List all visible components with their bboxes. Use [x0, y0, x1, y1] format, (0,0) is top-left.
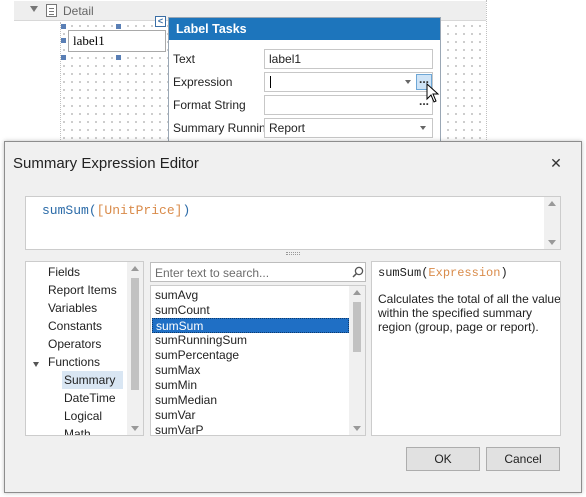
- text-label: Text: [173, 52, 196, 66]
- band-title: Detail: [63, 4, 94, 18]
- list-item[interactable]: sumAvg: [152, 288, 349, 303]
- splitter-grip[interactable]: [286, 252, 300, 255]
- list-item[interactable]: sumMax: [152, 363, 349, 378]
- expression-scrollbar[interactable]: [544, 197, 560, 249]
- expression-function: sumSum: [42, 203, 89, 218]
- report-label-control[interactable]: label1: [68, 30, 166, 52]
- cancel-button[interactable]: Cancel: [486, 447, 560, 471]
- format-string-label: Format String: [173, 98, 246, 112]
- expression-text: sumSum([UnitPrice]): [42, 203, 190, 218]
- search-placeholder: Enter text to search...: [155, 266, 270, 280]
- summary-expression-editor-dialog: Summary Expression Editor ✕ sumSum([Unit…: [4, 141, 582, 493]
- collapse-arrow-icon[interactable]: [30, 6, 38, 12]
- format-string-row: Format String ...: [169, 95, 442, 115]
- tree-item-operators[interactable]: Operators: [48, 335, 101, 353]
- expression-argument: [UnitPrice]: [96, 203, 183, 218]
- band-right-margin-line: [486, 0, 487, 142]
- scroll-up-icon[interactable]: [353, 290, 361, 295]
- category-tree: Fields Report Items Variables Constants …: [25, 261, 144, 436]
- label-tasks-title: Label Tasks: [169, 18, 440, 40]
- function-description: Calculates the total of all the values w…: [378, 292, 561, 334]
- dialog-title: Summary Expression Editor: [13, 155, 199, 172]
- expression-row: Expression ...: [169, 72, 442, 92]
- signature-function: sumSum: [378, 266, 422, 280]
- close-icon[interactable]: ✕: [547, 154, 565, 172]
- summary-running-value: Report: [269, 121, 306, 135]
- mouse-pointer-icon: [426, 83, 440, 103]
- expression-label: Expression: [173, 75, 233, 89]
- smart-tag-collapse-icon[interactable]: <: [155, 16, 166, 27]
- tree-item-functions[interactable]: Functions: [48, 353, 100, 371]
- summary-running-row: Summary Running Report: [169, 118, 442, 138]
- list-item[interactable]: sumCount: [152, 303, 349, 318]
- resize-handle[interactable]: [61, 38, 66, 43]
- function-description-panel: sumSum(Expression) Calculates the total …: [371, 261, 561, 436]
- expression-editor[interactable]: sumSum([UnitPrice]): [25, 196, 561, 250]
- tree-item-constants[interactable]: Constants: [48, 317, 102, 335]
- text-caret: [270, 76, 271, 88]
- resize-handle[interactable]: [116, 24, 121, 29]
- list-item[interactable]: sumRunningSum: [152, 333, 349, 348]
- scroll-thumb[interactable]: [353, 302, 361, 352]
- summary-running-select[interactable]: Report: [264, 118, 433, 138]
- function-signature: sumSum(Expression): [378, 266, 508, 280]
- search-icon[interactable]: [352, 266, 364, 278]
- resize-handle[interactable]: [116, 55, 121, 60]
- summary-running-label: Summary Running: [173, 121, 273, 135]
- list-item[interactable]: sumPercentage: [152, 348, 349, 363]
- expand-arrow-icon[interactable]: [33, 362, 39, 367]
- signature-parameter: Expression: [428, 266, 501, 280]
- band-document-icon: [46, 4, 57, 17]
- function-search-input[interactable]: Enter text to search...: [150, 262, 366, 282]
- resize-handle[interactable]: [61, 55, 66, 60]
- function-list-scrollbar[interactable]: [349, 286, 365, 435]
- label-tasks-panel: Label Tasks Text label1 Expression ... F…: [168, 17, 441, 147]
- tree-item-datetime[interactable]: DateTime: [64, 389, 116, 407]
- scroll-thumb[interactable]: [131, 278, 139, 390]
- tree-item-variables[interactable]: Variables: [48, 299, 97, 317]
- tree-scrollbar[interactable]: [127, 262, 143, 435]
- tree-item-logical[interactable]: Logical: [64, 407, 102, 425]
- list-item[interactable]: sumMedian: [152, 393, 349, 408]
- scroll-down-icon[interactable]: [548, 240, 556, 245]
- expression-field[interactable]: ...: [264, 72, 433, 92]
- text-field[interactable]: label1: [264, 49, 433, 69]
- chevron-down-icon[interactable]: [405, 80, 411, 84]
- tree-item-report-items[interactable]: Report Items: [48, 281, 117, 299]
- tree-item-fields[interactable]: Fields: [48, 263, 80, 281]
- scroll-down-icon[interactable]: [353, 426, 361, 431]
- list-item-selected[interactable]: sumSum: [152, 318, 349, 333]
- format-string-field[interactable]: ...: [264, 95, 433, 115]
- chevron-down-icon[interactable]: [420, 126, 426, 130]
- tree-item-math[interactable]: Math: [64, 425, 91, 435]
- function-list: sumAvg sumCount sumSum sumRunningSum sum…: [150, 285, 366, 436]
- tree-item-summary[interactable]: Summary: [62, 371, 124, 389]
- signature-close-paren: ): [500, 266, 508, 280]
- resize-handle[interactable]: [61, 24, 66, 29]
- ok-button[interactable]: OK: [406, 447, 480, 471]
- scroll-up-icon[interactable]: [131, 266, 139, 271]
- list-item[interactable]: sumMin: [152, 378, 349, 393]
- expression-open-paren: (: [88, 203, 97, 218]
- scroll-up-icon[interactable]: [548, 201, 556, 206]
- list-item[interactable]: sumVar: [152, 408, 349, 423]
- text-row: Text label1: [169, 49, 442, 69]
- expression-close-paren: ): [182, 203, 191, 218]
- list-item[interactable]: sumVarP: [152, 423, 349, 435]
- scroll-down-icon[interactable]: [131, 426, 139, 431]
